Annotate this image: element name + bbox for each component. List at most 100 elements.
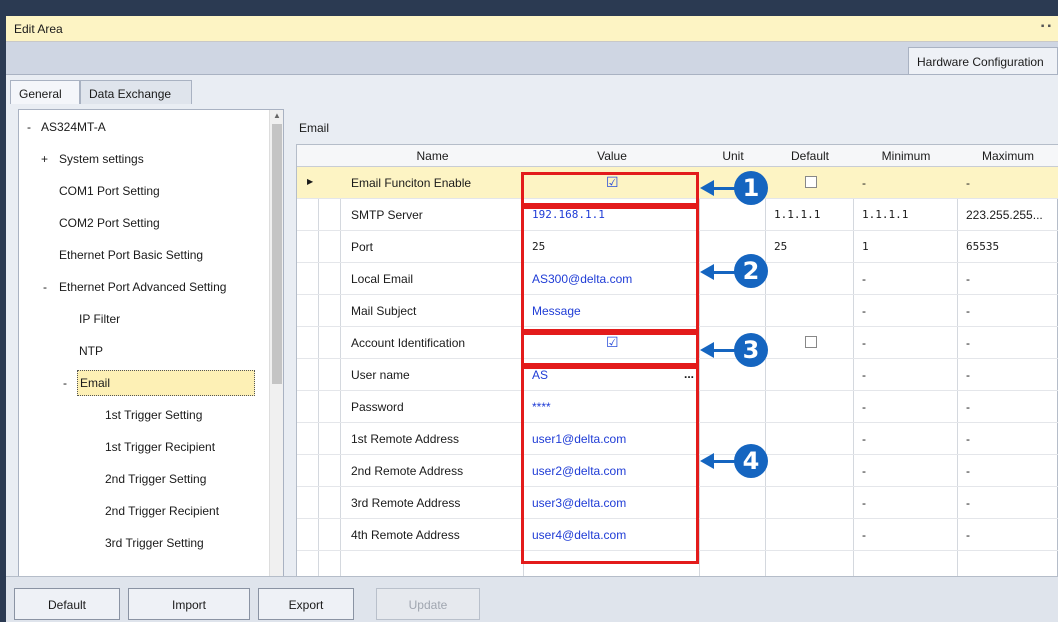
cell-name: 2nd Remote Address (351, 464, 464, 478)
tree-item-ethernet-advanced[interactable]: - Ethernet Port Advanced Setting (19, 270, 269, 302)
tree-item-as324mt-a[interactable]: - AS324MT-A (19, 110, 269, 142)
bottom-button-bar: Default Import Export Update (6, 576, 1058, 622)
cell-maximum: - (966, 336, 970, 350)
tree-item-system-settings[interactable]: + System settings (19, 142, 269, 174)
cell-maximum: - (966, 304, 970, 318)
header-value[interactable]: Value (524, 149, 700, 163)
tree-item-label: Email (77, 370, 255, 396)
cell-name: Port (351, 240, 374, 254)
tree-item-label: COM2 Port Setting (59, 216, 160, 230)
scroll-up-icon[interactable]: ▲ (273, 111, 281, 120)
cell-minimum: - (862, 336, 866, 350)
scrollbar-thumb[interactable] (272, 124, 282, 384)
cell-minimum: - (862, 272, 866, 286)
header-minimum[interactable]: Minimum (854, 149, 958, 163)
edit-area-main: Hardware Configuration General Data Exch… (6, 42, 1058, 622)
cell-maximum: - (966, 496, 970, 510)
tree-item-label: 2nd Trigger Setting (105, 472, 207, 486)
tree-item-ethernet-basic[interactable]: Ethernet Port Basic Setting (19, 238, 269, 270)
collapse-icon[interactable]: - (27, 120, 31, 134)
highlight-box-3 (521, 332, 699, 366)
tree-item-ip-filter[interactable]: IP Filter (19, 302, 269, 334)
tree-item-3rd-trigger-setting[interactable]: 3rd Trigger Setting (19, 526, 269, 558)
cell-maximum: - (966, 400, 970, 414)
cell-minimum: 1 (862, 240, 869, 253)
tree-item-label: 2nd Trigger Recipient (105, 504, 220, 518)
cell-default: 1.1.1.1 (774, 208, 821, 221)
tree-item-label: 1st Trigger Recipient (105, 440, 216, 454)
cell-maximum: 223.255.255... (966, 208, 1043, 222)
cell-maximum: - (966, 464, 970, 478)
default-button[interactable]: Default (14, 588, 120, 620)
tree-item-label: System settings (59, 152, 144, 166)
tree-item-ntp[interactable]: NTP (19, 334, 269, 366)
header-default[interactable]: Default (766, 149, 854, 163)
tree-item-email[interactable]: - Email (19, 366, 269, 398)
import-button[interactable]: Import (128, 588, 250, 620)
tab-general[interactable]: General (10, 80, 80, 104)
tab-hardware-configuration[interactable]: Hardware Configuration (908, 47, 1058, 75)
collapse-icon[interactable]: - (43, 280, 47, 294)
cell-name: 3rd Remote Address (351, 496, 461, 510)
callout-badge-1: 1 (734, 171, 768, 205)
cell-minimum: - (862, 464, 866, 478)
export-button[interactable]: Export (258, 588, 354, 620)
cell-name: SMTP Server (351, 208, 423, 222)
window-title: Edit Area (14, 22, 63, 36)
tree-item-label: COM1 Port Setting (59, 184, 160, 198)
tree-item-label: IP Filter (79, 312, 121, 326)
tree-item-label: NTP (79, 344, 103, 358)
tree-item-label: 1st Trigger Setting (105, 408, 203, 422)
tree-item-com2[interactable]: COM2 Port Setting (19, 206, 269, 238)
tree-item-label: 3rd Trigger Setting (105, 536, 204, 550)
cell-minimum: - (862, 400, 866, 414)
collapse-icon[interactable]: - (63, 376, 67, 390)
cell-maximum: - (966, 432, 970, 446)
tree-item-label: Ethernet Port Basic Setting (59, 248, 204, 262)
restore-icon[interactable]: ▪▪ (1041, 21, 1054, 32)
cell-minimum: - (862, 496, 866, 510)
tree-item-com1[interactable]: COM1 Port Setting (19, 174, 269, 206)
cell-name: User name (351, 368, 410, 382)
tree-item-1st-trigger-setting[interactable]: 1st Trigger Setting (19, 398, 269, 430)
cell-name: Password (351, 400, 404, 414)
tree-item-label: AS324MT-A (41, 120, 106, 134)
cell-name: Local Email (351, 272, 414, 286)
highlight-box-1 (521, 172, 699, 206)
tree-item-label: Ethernet Port Advanced Setting (59, 280, 227, 294)
grid-header: Name Value Unit Default Minimum Maximum (297, 145, 1058, 167)
cell-minimum: 1.1.1.1 (862, 208, 909, 221)
cell-minimum: - (862, 368, 866, 382)
update-button[interactable]: Update (376, 588, 480, 620)
cell-minimum: - (862, 176, 866, 190)
tree-scrollbar[interactable]: ▲ ▼ (269, 110, 283, 605)
cell-name: 1st Remote Address (351, 432, 460, 446)
cell-maximum: - (966, 272, 970, 286)
cell-name: Email Funciton Enable (351, 176, 472, 190)
tree-item-2nd-trigger-recipient[interactable]: 2nd Trigger Recipient (19, 494, 269, 526)
header-maximum[interactable]: Maximum (958, 149, 1058, 163)
cell-maximum: - (966, 528, 970, 542)
tree-item-2nd-trigger-setting[interactable]: 2nd Trigger Setting (19, 462, 269, 494)
callout-badge-4: 4 (734, 444, 768, 478)
default-checkbox (805, 336, 817, 348)
tree-item-1st-trigger-recipient[interactable]: 1st Trigger Recipient (19, 430, 269, 462)
cell-maximum: - (966, 176, 970, 190)
callout-badge-2: 2 (734, 254, 768, 288)
header-name[interactable]: Name (341, 149, 524, 163)
header-unit[interactable]: Unit (700, 149, 766, 163)
cell-default: 25 (774, 240, 788, 253)
cell-minimum: - (862, 432, 866, 446)
row-selector-icon: ▶ (307, 177, 314, 186)
cell-name: 4th Remote Address (351, 528, 460, 542)
tab-data-exchange[interactable]: Data Exchange (80, 80, 192, 104)
expand-icon[interactable]: + (41, 152, 48, 166)
cell-minimum: - (862, 304, 866, 318)
cell-minimum: - (862, 528, 866, 542)
section-title: Email (299, 121, 330, 135)
callout-badge-3: 3 (734, 333, 768, 367)
cell-maximum: 65535 (966, 240, 1000, 253)
cell-maximum: - (966, 368, 970, 382)
cell-name: Account Identification (351, 336, 466, 350)
highlight-box-4 (521, 366, 699, 564)
